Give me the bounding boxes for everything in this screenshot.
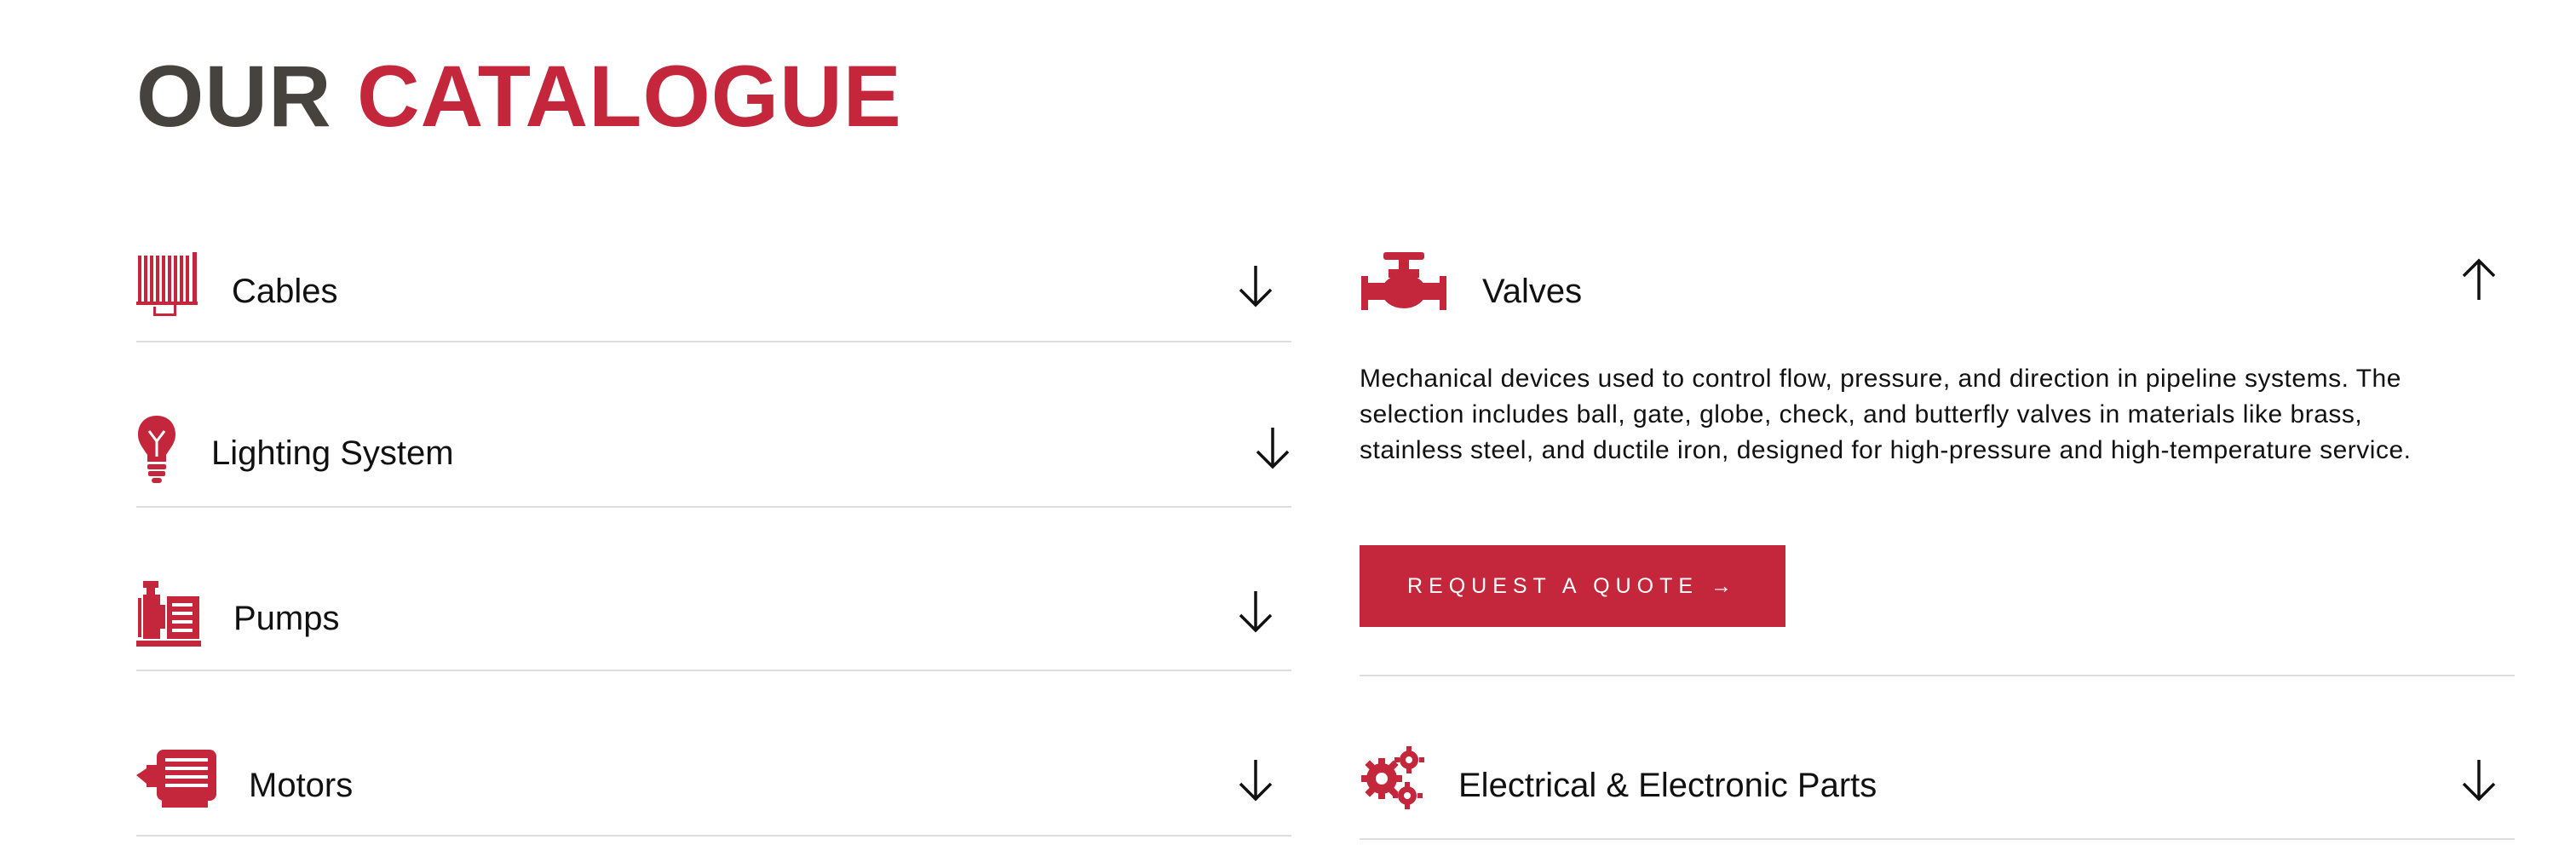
chevron-down-icon[interactable] (1235, 262, 1276, 310)
catalogue-section: OUR CATALOGUE Cables Lighting System Pum… (0, 0, 2576, 851)
cable-reel-icon (136, 252, 201, 317)
title-word-our: OUR (136, 48, 332, 145)
accordion-divider (1360, 838, 2515, 840)
valve-icon (1360, 252, 1448, 313)
section-title: OUR CATALOGUE (136, 53, 902, 140)
accordion-label-electrical-electronic-parts: Electrical & Electronic Parts (1458, 767, 1877, 804)
chevron-down-icon[interactable] (1235, 588, 1276, 635)
valves-description: Mechanical devices used to control flow,… (1360, 365, 2412, 464)
gears-icon (1360, 746, 1424, 811)
accordion-divider (136, 341, 1291, 342)
accordion-divider (136, 506, 1291, 508)
chevron-down-icon[interactable] (1252, 424, 1293, 472)
chevron-down-icon[interactable] (2458, 756, 2499, 804)
title-word-catalogue: CATALOGUE (357, 48, 902, 145)
accordion-divider (136, 670, 1291, 671)
accordion-header-cables[interactable]: Cables (136, 247, 1291, 332)
accordion-divider (136, 835, 1291, 837)
chevron-down-icon[interactable] (1235, 756, 1276, 804)
accordion-label-motors: Motors (249, 767, 354, 804)
accordion-header-lighting-system[interactable]: Lighting System (136, 414, 1291, 499)
accordion-label-lighting-system: Lighting System (211, 434, 454, 472)
light-bulb-icon (136, 414, 177, 486)
accordion-header-motors[interactable]: Motors (136, 745, 1291, 830)
accordion-label-pumps: Pumps (233, 600, 340, 637)
accordion-divider (1360, 675, 2515, 676)
chevron-up-icon[interactable] (2458, 256, 2499, 303)
accordion-header-electrical-electronic-parts[interactable]: Electrical & Electronic Parts (1360, 746, 2515, 831)
accordion-label-cables: Cables (232, 273, 338, 310)
accordion-label-valves: Valves (1482, 273, 1583, 310)
motor-icon (136, 745, 218, 809)
pump-icon (136, 579, 201, 647)
request-a-quote-button[interactable]: REQUEST A QUOTE → (1360, 545, 1785, 627)
accordion-header-pumps[interactable]: Pumps (136, 579, 1291, 664)
accordion-header-valves[interactable]: Valves (1360, 247, 2515, 332)
